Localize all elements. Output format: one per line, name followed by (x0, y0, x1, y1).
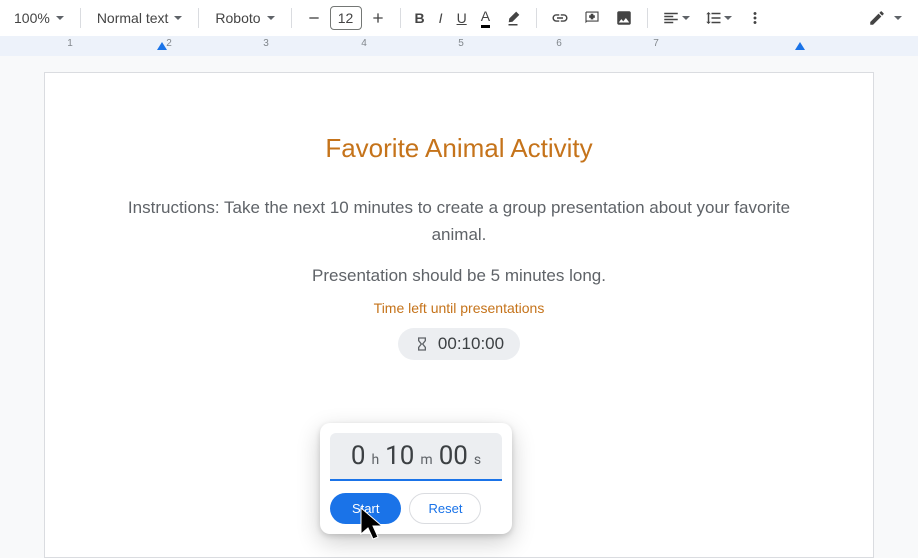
minus-icon (306, 10, 322, 26)
separator (198, 8, 199, 28)
document-canvas: Favorite Animal Activity Instructions: T… (0, 56, 918, 558)
separator (647, 8, 648, 28)
document-title: Favorite Animal Activity (125, 133, 793, 164)
right-indent-marker[interactable] (795, 42, 805, 50)
seconds-unit: s (474, 452, 481, 468)
separator (536, 8, 537, 28)
highlighter-icon (504, 9, 522, 27)
pencil-icon (868, 9, 886, 27)
image-icon (615, 9, 633, 27)
ruler-inner: 1 2 3 4 5 6 7 (68, 36, 850, 56)
instruction-text: Instructions: Take the next 10 minutes t… (125, 194, 793, 248)
insert-link-button[interactable] (545, 4, 575, 32)
paragraph-style-dropdown[interactable]: Normal text (89, 4, 191, 32)
underline-label: U (457, 10, 467, 26)
separator (80, 8, 81, 28)
caret-down-icon (682, 16, 690, 20)
caret-down-icon (724, 16, 732, 20)
reset-button[interactable]: Reset (409, 493, 481, 524)
font-family-value: Roboto (215, 10, 260, 26)
more-vertical-icon (746, 9, 764, 27)
zoom-value: 100% (14, 10, 50, 26)
plus-icon (370, 10, 386, 26)
start-button[interactable]: Start (330, 493, 401, 524)
left-indent-marker[interactable] (157, 42, 167, 50)
seconds-value: 00 (439, 441, 468, 471)
hours-value: 0 (351, 441, 366, 471)
caret-down-icon (174, 16, 182, 20)
timer-chip[interactable]: 00:10:00 (398, 328, 520, 360)
minutes-value: 10 (385, 441, 414, 471)
bold-button[interactable]: B (409, 4, 431, 32)
align-button[interactable] (656, 4, 696, 32)
italic-label: I (439, 10, 443, 26)
zoom-dropdown[interactable]: 100% (6, 4, 72, 32)
link-icon (551, 9, 569, 27)
ruler-number: 4 (361, 38, 367, 49)
add-comment-button[interactable] (577, 4, 607, 32)
separator (400, 8, 401, 28)
more-options-button[interactable] (740, 4, 770, 32)
paragraph-style-value: Normal text (97, 10, 169, 26)
font-size-input[interactable]: 12 (330, 6, 362, 30)
timer-chip-value: 00:10:00 (438, 334, 504, 354)
text-color-button[interactable]: A (475, 4, 496, 32)
text-color-label: A (481, 8, 490, 28)
font-size-value: 12 (338, 10, 354, 26)
toolbar: 100% Normal text Roboto 12 B I U A (0, 0, 918, 36)
align-left-icon (662, 9, 680, 27)
bold-label: B (415, 10, 425, 26)
ruler-number: 5 (458, 38, 464, 49)
hourglass-icon (414, 336, 430, 352)
underline-button[interactable]: U (451, 4, 473, 32)
line-spacing-button[interactable] (698, 4, 738, 32)
ruler-number: 1 (67, 38, 73, 49)
font-family-dropdown[interactable]: Roboto (207, 4, 282, 32)
editing-mode-button[interactable] (858, 5, 912, 31)
caret-down-icon (56, 16, 64, 20)
caret-down-icon (894, 16, 902, 20)
line-spacing-icon (704, 9, 722, 27)
timer-label: Time left until presentations (125, 300, 793, 316)
separator (291, 8, 292, 28)
ruler-number: 6 (556, 38, 562, 49)
subtext: Presentation should be 5 minutes long. (125, 266, 793, 286)
comment-plus-icon (583, 9, 601, 27)
decrease-font-size-button[interactable] (300, 4, 328, 32)
insert-image-button[interactable] (609, 4, 639, 32)
ruler[interactable]: 1 2 3 4 5 6 7 (0, 36, 918, 56)
hours-unit: h (371, 452, 379, 468)
italic-button[interactable]: I (433, 4, 449, 32)
minutes-unit: m (420, 452, 432, 468)
ruler-number: 3 (263, 38, 269, 49)
highlight-color-button[interactable] (498, 4, 528, 32)
increase-font-size-button[interactable] (364, 4, 392, 32)
timer-display[interactable]: 0 h 10 m 00 s (330, 433, 502, 481)
timer-buttons: Start Reset (330, 493, 502, 524)
caret-down-icon (267, 16, 275, 20)
timer-popup: 0 h 10 m 00 s Start Reset (320, 423, 512, 534)
ruler-number: 2 (166, 38, 172, 49)
ruler-number: 7 (653, 38, 659, 49)
